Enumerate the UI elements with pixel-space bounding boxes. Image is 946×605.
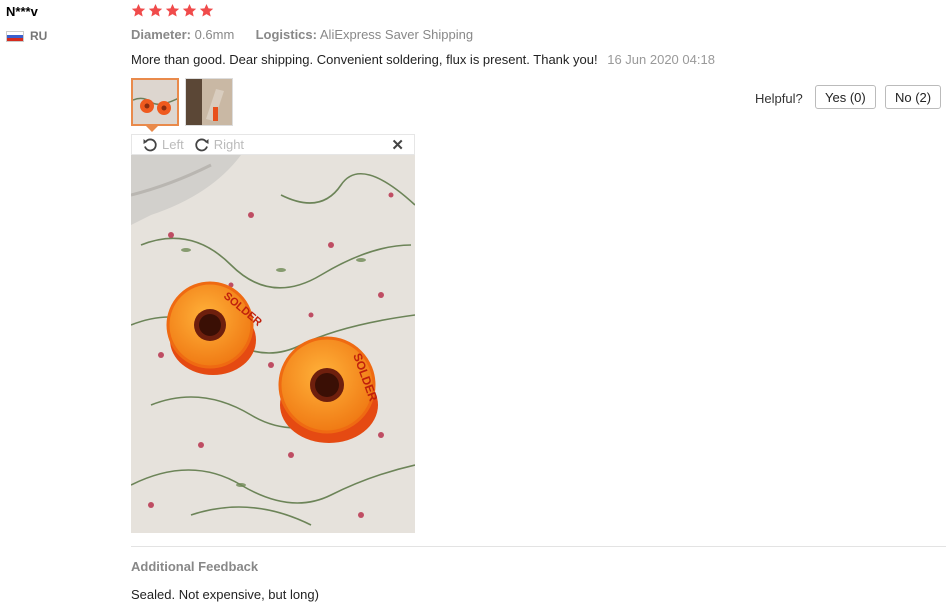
- rotate-left-icon: [143, 138, 157, 151]
- thumbnail-2[interactable]: [185, 78, 233, 126]
- review-text: More than good. Dear shipping. Convenien…: [131, 52, 598, 67]
- review-text-row: More than good. Dear shipping. Convenien…: [131, 52, 715, 67]
- review-date: 16 Jun 2020 04:18: [607, 52, 715, 67]
- additional-feedback-title: Additional Feedback: [131, 559, 259, 574]
- country-code: RU: [30, 29, 48, 43]
- rotate-right-button[interactable]: Right: [194, 137, 244, 153]
- attribute-value: 0.6mm: [194, 27, 235, 42]
- star-icon: [148, 3, 163, 17]
- helpful-yes-button[interactable]: Yes (0): [815, 85, 876, 109]
- attribute-key: Diameter:: [131, 27, 191, 42]
- helpful-label: Helpful?: [755, 91, 803, 106]
- attribute-value: AliExpress Saver Shipping: [319, 27, 474, 42]
- attribute-key: Logistics:: [255, 27, 317, 42]
- thumbnail-1[interactable]: [131, 78, 179, 126]
- thumbnail-pointer: [146, 126, 158, 132]
- star-icon: [182, 3, 197, 17]
- star-icon: [131, 3, 146, 17]
- rotate-right-label: Right: [213, 137, 245, 152]
- star-rating: [131, 3, 214, 18]
- russia-flag-icon: [6, 30, 24, 42]
- additional-feedback-text: Sealed. Not expensive, but long): [131, 587, 319, 602]
- review-photo: SOLDER SOLDER: [131, 155, 415, 533]
- helpful-no-button[interactable]: No (2): [885, 85, 942, 109]
- review-thumbnails: [131, 78, 233, 126]
- product-attributes: Diameter: 0.6mm Logistics: AliExpress Sa…: [131, 27, 473, 42]
- image-viewer-toolbar: Left Right ✕: [131, 134, 415, 155]
- star-icon: [165, 3, 180, 17]
- rotate-left-button[interactable]: Left: [142, 137, 184, 153]
- rotate-right-icon: [195, 138, 209, 151]
- rotate-left-label: Left: [162, 137, 184, 152]
- divider: [131, 546, 946, 547]
- reviewer-country: RU: [6, 29, 47, 43]
- reviewer-name: N***v: [6, 4, 38, 19]
- star-icon: [199, 3, 214, 17]
- close-icon[interactable]: ✕: [391, 136, 404, 154]
